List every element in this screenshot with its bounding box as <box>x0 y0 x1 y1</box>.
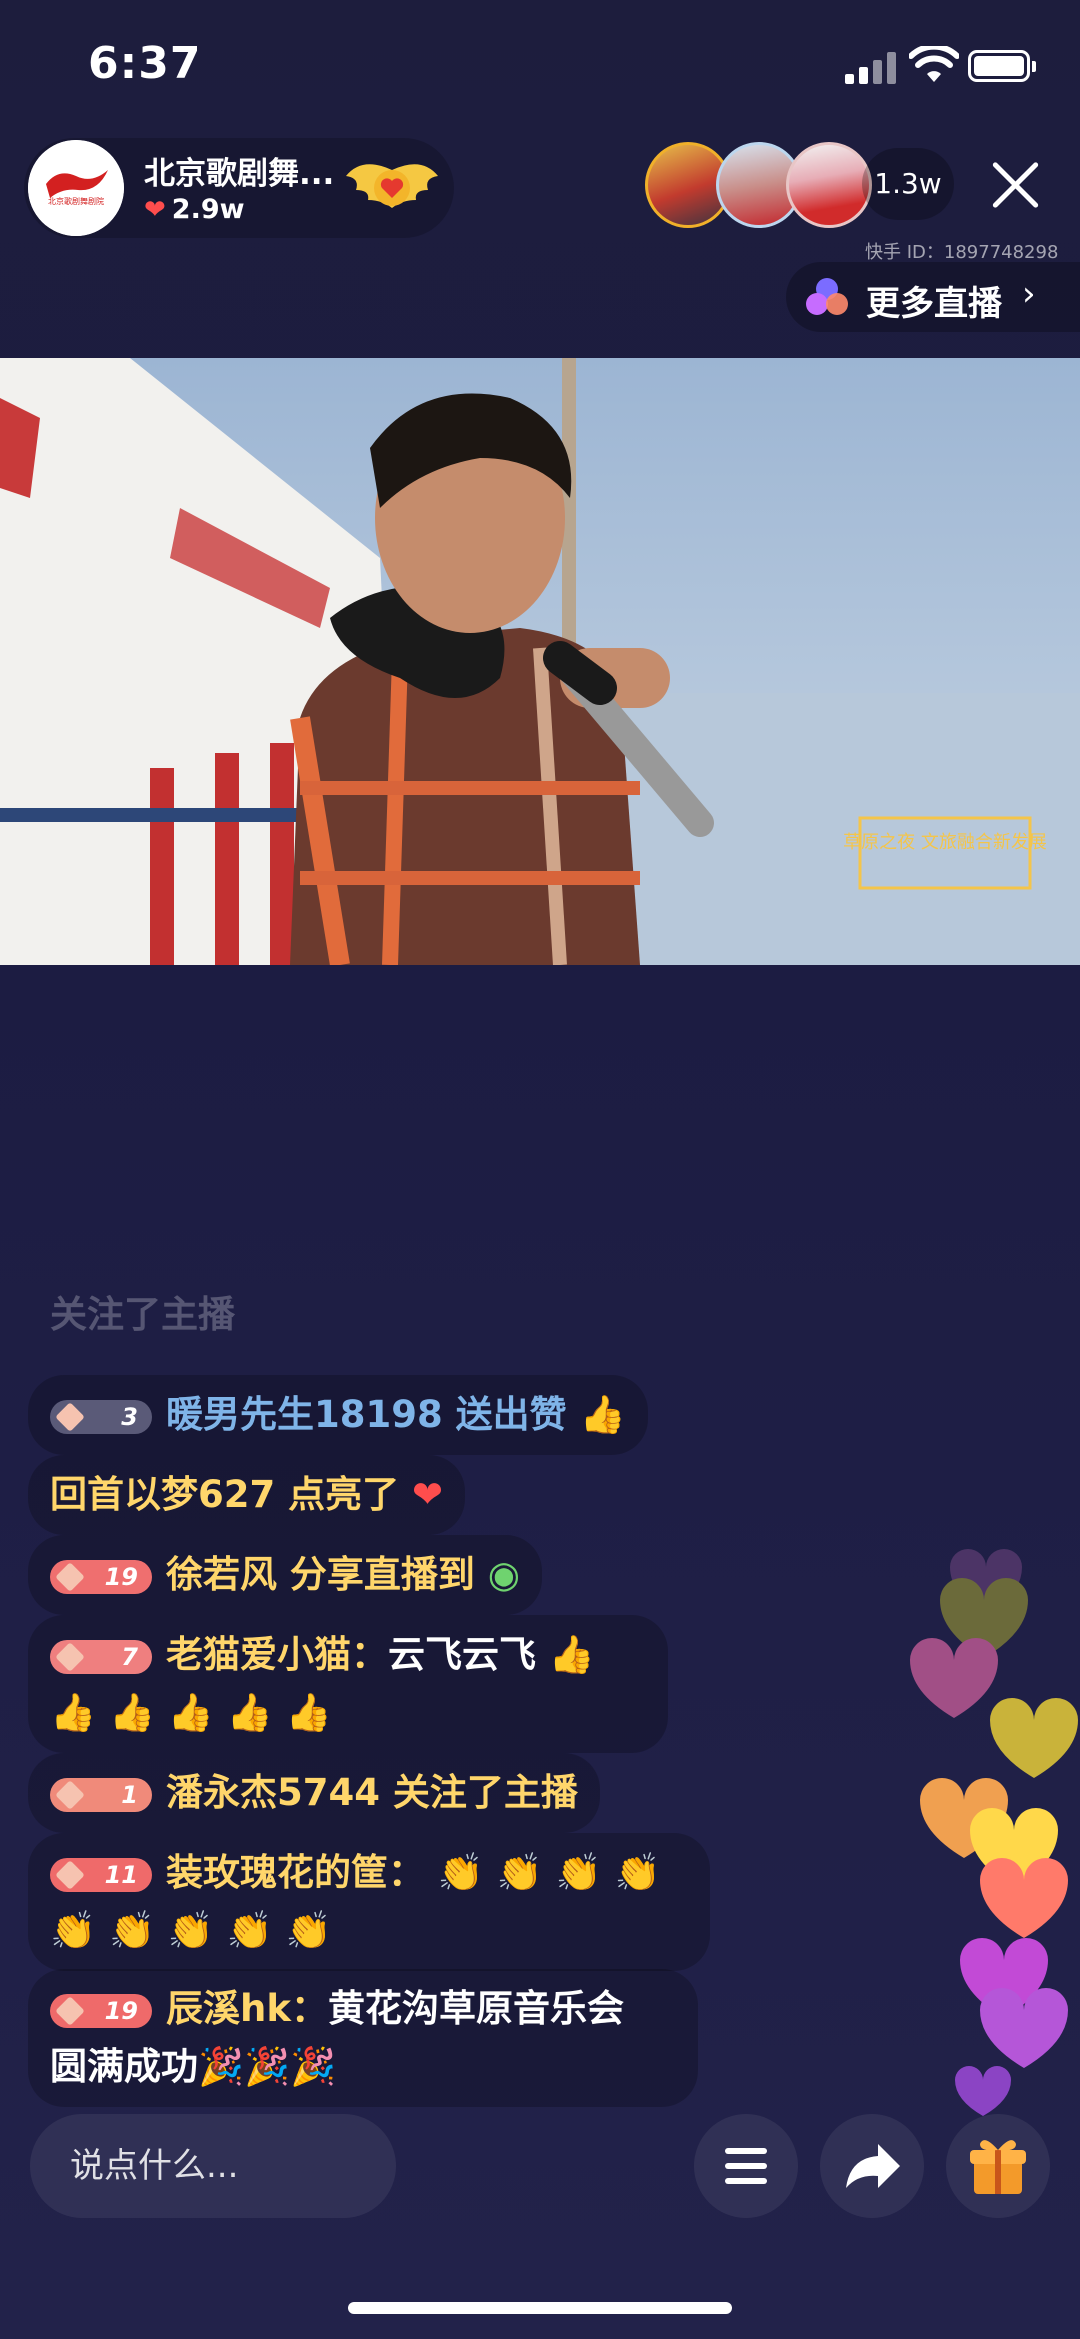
more-live-button[interactable]: 更多直播 › <box>786 262 1080 332</box>
status-time: 6:37 <box>88 38 202 89</box>
comment-input[interactable] <box>30 2114 396 2218</box>
share-target-icon: ◉ <box>487 1553 521 1596</box>
level-badge: 7 <box>50 1639 152 1674</box>
heart-icon: ❤ <box>144 194 166 225</box>
live-stream-screen: 6:37 北京歌剧舞剧院 北京歌剧舞... ❤ 2.9w 1.3w 快手 ID：… <box>0 0 1080 2339</box>
bottom-bar <box>0 2110 1080 2230</box>
level-badge: 1 <box>50 1777 152 1812</box>
wifi-icon <box>909 46 959 82</box>
video-frame: 草原之夜 文旅融合新发展 <box>0 358 1080 965</box>
chat-message: 3 暖男先生18198 送出赞 👍 <box>28 1375 648 1455</box>
menu-button[interactable] <box>694 2114 798 2218</box>
gift-icon <box>970 2140 1026 2194</box>
chat-message: 19 徐若风 分享直播到 ◉ <box>28 1535 543 1615</box>
chat-message: 7 老猫爱小猫：云飞云飞 👍 👍 👍 👍 👍 👍 <box>28 1615 668 1753</box>
chat-list[interactable]: 关注了主播 3 暖男先生18198 送出赞 👍 回首以梦627 点亮了 ❤ 19 徐… <box>0 1293 760 2107</box>
viewer-group[interactable]: 1.3w <box>640 138 960 238</box>
thumbs-up-icon: 👍 <box>579 1393 626 1436</box>
chat-message: 1 潘永杰5744 关注了主播 <box>28 1753 600 1833</box>
share-button[interactable] <box>820 2114 924 2218</box>
streamer-name: 北京歌剧舞... <box>144 156 335 192</box>
video-overlay-text: 草原之夜 文旅融合新发展 <box>843 832 1047 853</box>
chat-message: 关注了主播 <box>50 1293 235 1336</box>
viewer-count[interactable]: 1.3w <box>862 148 954 220</box>
live-video[interactable]: 草原之夜 文旅融合新发展 <box>0 358 1080 965</box>
level-badge: 19 <box>50 1559 152 1594</box>
streamer-info[interactable]: 北京歌剧舞剧院 北京歌剧舞... ❤ 2.9w <box>24 138 454 238</box>
streamer-logo-text: 北京歌剧舞剧院 <box>48 196 104 206</box>
kuaishou-id: 快手 ID：1897748298 <box>865 242 1059 263</box>
floating-hearts <box>910 1549 1078 2116</box>
level-badge: 11 <box>50 1857 152 1892</box>
chevron-right-icon: › <box>1022 274 1036 314</box>
thumbs-up-icon: 👍 👍 👍 👍 👍 <box>50 1691 332 1734</box>
status-bar: 6:37 <box>0 0 1080 130</box>
home-indicator[interactable] <box>348 2302 732 2314</box>
clap-icon: 👏 👏 👏 👏 <box>437 1851 661 1894</box>
close-button[interactable] <box>980 150 1050 220</box>
battery-icon <box>968 50 1036 82</box>
gift-button[interactable] <box>946 2114 1050 2218</box>
viewer-avatar[interactable] <box>786 142 872 228</box>
cellular-signal-icon <box>845 52 897 84</box>
chat-message: 11 装玫瑰花的筐： 👏 👏 👏 👏 👏 👏 👏 👏 👏 <box>28 1833 710 1971</box>
heart-icon: ❤ <box>412 1473 444 1516</box>
chat-message: 19 辰溪hk：黄花沟草原音乐会 圆满成功🎉🎉🎉 <box>28 1969 698 2107</box>
streamer-avatar[interactable]: 北京歌剧舞剧院 <box>28 140 124 236</box>
level-badge: 3 <box>50 1399 152 1434</box>
thumbs-up-icon: 👍 <box>548 1633 595 1676</box>
likes-value: 2.9w <box>171 194 245 225</box>
more-live-icon <box>806 278 848 315</box>
likes-count: ❤ 2.9w <box>144 194 245 225</box>
chat-message: 回首以梦627 点亮了 ❤ <box>28 1455 466 1535</box>
level-badge: 19 <box>50 1993 152 2028</box>
share-icon <box>846 2144 900 2188</box>
clap-icon: 👏 👏 👏 👏 👏 <box>50 1909 332 1952</box>
menu-icon <box>725 2148 767 2184</box>
more-live-label: 更多直播 <box>866 284 1002 324</box>
winged-heart-badge-icon[interactable] <box>342 156 442 220</box>
